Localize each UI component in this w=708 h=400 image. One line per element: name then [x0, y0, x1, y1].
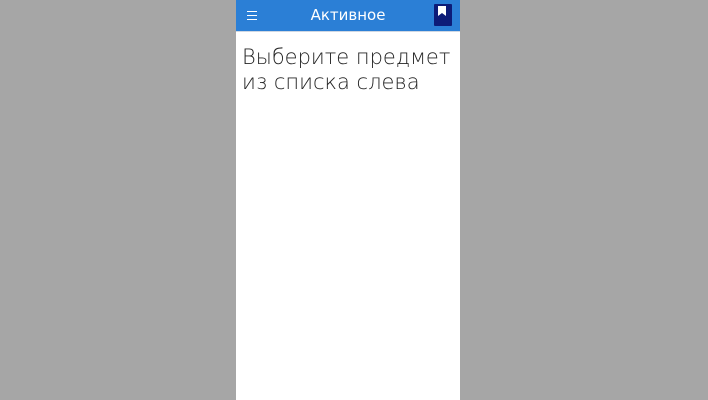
header-divider	[236, 31, 460, 32]
app-window: Активное Выберите предмет из списка слев…	[236, 0, 460, 400]
page-title: Активное	[310, 6, 386, 24]
app-header: Активное	[236, 0, 460, 31]
bookmark-icon	[438, 6, 446, 16]
bookmark-button[interactable]	[434, 4, 452, 26]
empty-state-message: Выберите предмет из списка слева	[242, 45, 451, 94]
